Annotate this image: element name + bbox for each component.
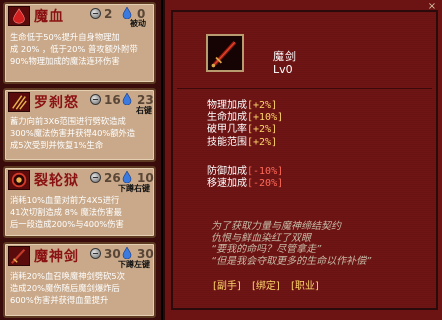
- skill-card-luo-cha-nu[interactable]: 罗刹怒 16 23 右键 蓄力向前3X6范围进行劈砍造成 300%魔法伤害并获得…: [3, 88, 156, 162]
- skill-card-header: 罗刹怒 16 23 右键: [5, 90, 154, 115]
- demon-sword-icon: [206, 34, 244, 72]
- item-tooltip-panel: × 魔剑 Lv0 物理加成[+2%] 生命加成[+10%] 破甲几率[+2%] …: [163, 0, 442, 320]
- silver-coin-icon: [90, 172, 101, 183]
- skill-name: 魔神剑: [34, 249, 79, 265]
- blue-drop-icon: [122, 171, 132, 183]
- blood-drop-icon: [8, 6, 30, 26]
- skill-description: 消耗10%血量对前方4X5进行 41次切割造成 8% 魔法伤害最 后一段造成20…: [5, 190, 154, 230]
- desc-line: 后一段造成200%与400%伤害: [10, 219, 124, 229]
- silver-coin-icon: [90, 248, 101, 259]
- desc-line: 造成20%魔伤随后魔剑爆炸后: [10, 283, 120, 293]
- tag-bound: [绑定]: [252, 281, 280, 292]
- skill-name: 罗刹怒: [34, 95, 79, 111]
- skill-trigger: 下蹲右键: [118, 184, 150, 193]
- item-stats-positive: 物理加成[+2%] 生命加成[+10%] 破甲几率[+2%] 技能范围[+2%]: [207, 100, 283, 149]
- desc-line: 蓄力向前3X6范围进行劈砍造成: [10, 116, 126, 126]
- blue-drop-icon: [122, 247, 132, 259]
- skill-card-header: 魔血 2 0 被动: [5, 4, 154, 28]
- desc-line: 成5次受到并恢复1%生命: [10, 140, 104, 150]
- stat-line: 生命加成[+10%]: [207, 112, 284, 124]
- demon-sword-icon: [8, 246, 30, 266]
- skill-list: 魔血 2 0 被动 生命低于50%提升自身物理加 成 20% ，低于20% 普攻…: [0, 0, 161, 320]
- desc-line: 消耗10%血量对前方4X5进行: [10, 195, 120, 205]
- skill-trigger: 被动: [130, 19, 146, 28]
- item-level: Lv0: [273, 63, 293, 76]
- lore-line: “要我的命吗？尽管拿走”: [211, 244, 322, 255]
- blue-drop-icon: [122, 93, 132, 105]
- skill-cost-coins: 16: [104, 93, 121, 107]
- skill-name: 魔血: [34, 9, 64, 25]
- tag-offhand: [副手]: [213, 281, 241, 292]
- silver-coin-icon: [90, 8, 101, 19]
- skill-name: 裂轮狱: [34, 173, 79, 189]
- skill-cost-coins: 2: [104, 7, 113, 21]
- skill-card-header: 魔神剑 30 30 下蹲左键: [5, 244, 154, 269]
- desc-line: 90%物理加成的魔法连环伤害: [10, 56, 120, 66]
- desc-line: 成 20% ，低于20% 普攻额外附带: [10, 44, 138, 54]
- tag-class: [职业]: [291, 281, 319, 292]
- skill-card-mo-xue[interactable]: 魔血 2 0 被动 生命低于50%提升自身物理加 成 20% ，低于20% 普攻…: [3, 2, 156, 84]
- stat-line: 防御加成[-10%]: [207, 166, 284, 177]
- lore-line: “但是我会夺取更多的生命以作补偿”: [211, 255, 372, 267]
- skill-card-mo-shen-jian[interactable]: 魔神剑 30 30 下蹲左键 消耗20%血召唤魔神剑劈砍5次 造成20%魔伤随后…: [3, 242, 156, 318]
- stat-line: 技能范围[+2%]: [207, 136, 278, 148]
- desc-line: 生命低于50%提升自身物理加: [10, 32, 120, 42]
- item-name: 魔剑: [273, 50, 297, 63]
- desc-line: 41次切割造成 8% 魔法伤害最: [10, 207, 122, 217]
- skill-card-lie-lun-yu[interactable]: 裂轮狱 26 10 下蹲右键 消耗10%血量对前方4X5进行 41次切割造成 8…: [3, 166, 156, 238]
- stat-line: 破甲几率[+2%]: [207, 124, 278, 136]
- claw-slash-icon: [8, 92, 30, 112]
- item-stats-negative: 防御加成[-10%] 移速加成[-20%]: [207, 166, 283, 190]
- skill-description: 生命低于50%提升自身物理加 成 20% ，低于20% 普攻额外附带 90%物理…: [5, 26, 154, 67]
- desc-line: 300%魔法伤害并获得40%额外造: [10, 128, 136, 138]
- silver-coin-icon: [90, 94, 101, 105]
- item-lore: 为了获取力量与魔神缔结契约 仇恨与鲜血染红了双眼 “要我的命吗？尽管拿走” “但…: [211, 221, 371, 267]
- item-tooltip-body: 魔剑 Lv0 物理加成[+2%] 生命加成[+10%] 破甲几率[+2%] 技能…: [171, 10, 438, 310]
- desc-line: 600%伤害并获得血量提升: [10, 295, 109, 305]
- skill-card-header: 裂轮狱 26 10 下蹲右键: [5, 168, 154, 193]
- stat-line: 物理加成[+2%]: [207, 100, 278, 111]
- spinning-wheel-icon: [8, 170, 30, 190]
- lore-line: 仇恨与鲜血染红了双眼: [211, 232, 311, 244]
- skill-trigger: 下蹲左键: [118, 260, 150, 269]
- skill-description: 消耗20%血召唤魔神剑劈砍5次 造成20%魔伤随后魔剑爆炸后 600%伤害并获得…: [5, 266, 154, 306]
- skill-description: 蓄力向前3X6范围进行劈砍造成 300%魔法伤害并获得40%额外造 成5次受到并…: [5, 112, 154, 151]
- lore-line: 为了获取力量与魔神缔结契约: [211, 221, 341, 232]
- skill-trigger: 右键: [136, 106, 152, 115]
- item-tags: [副手] [绑定] [职业]: [213, 277, 327, 292]
- stat-line: 移速加成[-20%]: [207, 178, 284, 190]
- desc-line: 消耗20%血召唤魔神剑劈砍5次: [10, 271, 125, 281]
- divider: [177, 88, 432, 89]
